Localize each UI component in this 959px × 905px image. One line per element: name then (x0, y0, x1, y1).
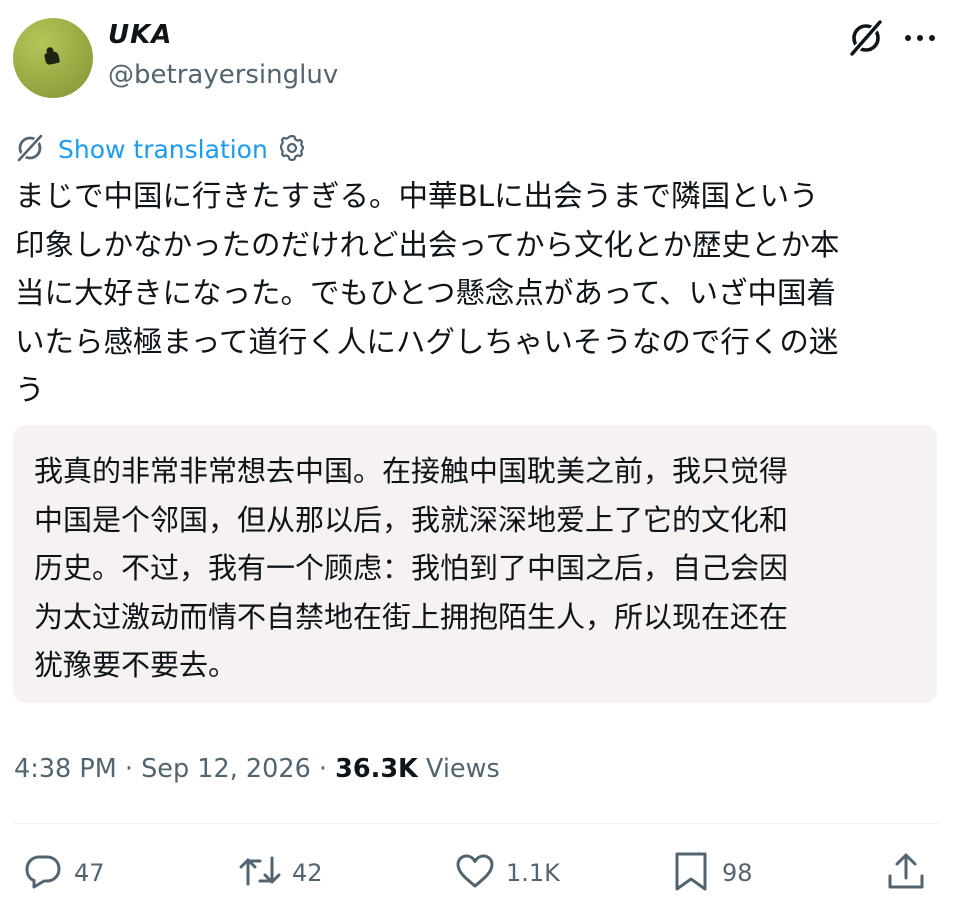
like-count: 1.1K (506, 859, 560, 887)
grok-icon[interactable] (846, 18, 886, 58)
divider (14, 823, 939, 824)
avatar-figure (43, 50, 61, 66)
meta-separator: · (116, 754, 142, 784)
tweet-meta: 4:38 PM · Sep 12, 2026 · 36.3K Views (14, 754, 500, 784)
tweet-date[interactable]: Sep 12, 2026 (141, 754, 311, 784)
bookmark-button[interactable]: 98 (670, 850, 753, 896)
author-display-name[interactable]: UKA (108, 20, 172, 50)
avatar[interactable] (13, 18, 93, 98)
grok-translate-icon (14, 131, 46, 167)
gear-icon[interactable] (278, 133, 306, 165)
repost-button[interactable]: 42 (238, 850, 323, 896)
reply-button[interactable]: 47 (22, 850, 105, 896)
bookmark-count: 98 (722, 859, 753, 887)
show-translation-link[interactable]: Show translation (58, 135, 268, 164)
bookmark-icon (670, 850, 712, 896)
share-button[interactable] (885, 850, 927, 896)
like-button[interactable]: 1.1K (454, 850, 560, 896)
reply-count: 47 (74, 859, 105, 887)
repost-count: 42 (292, 859, 323, 887)
views-count: 36.3K (335, 754, 418, 784)
repost-icon (238, 850, 282, 896)
tweet-time[interactable]: 4:38 PM (14, 754, 117, 784)
tweet-text: まじで中国に行きたすぎる。中華BLに出会うまで隣国という 印象しかなかったのだけ… (15, 179, 840, 407)
heart-icon (454, 850, 496, 896)
translated-text: 我真的非常非常想去中国。在接触中国耽美之前，我只觉得 中国是个邻国，但从那以后，… (34, 454, 789, 682)
share-icon (885, 850, 927, 896)
translation-box: 我真的非常非常想去中国。在接触中国耽美之前，我只觉得 中国是个邻国，但从那以后，… (13, 425, 937, 703)
views-label: Views (417, 754, 500, 784)
meta-separator: · (310, 754, 336, 784)
author-handle[interactable]: @betrayersingluv (108, 60, 338, 90)
translation-row: Show translation (14, 131, 306, 167)
reply-icon (22, 850, 64, 896)
more-icon[interactable] (900, 18, 940, 58)
